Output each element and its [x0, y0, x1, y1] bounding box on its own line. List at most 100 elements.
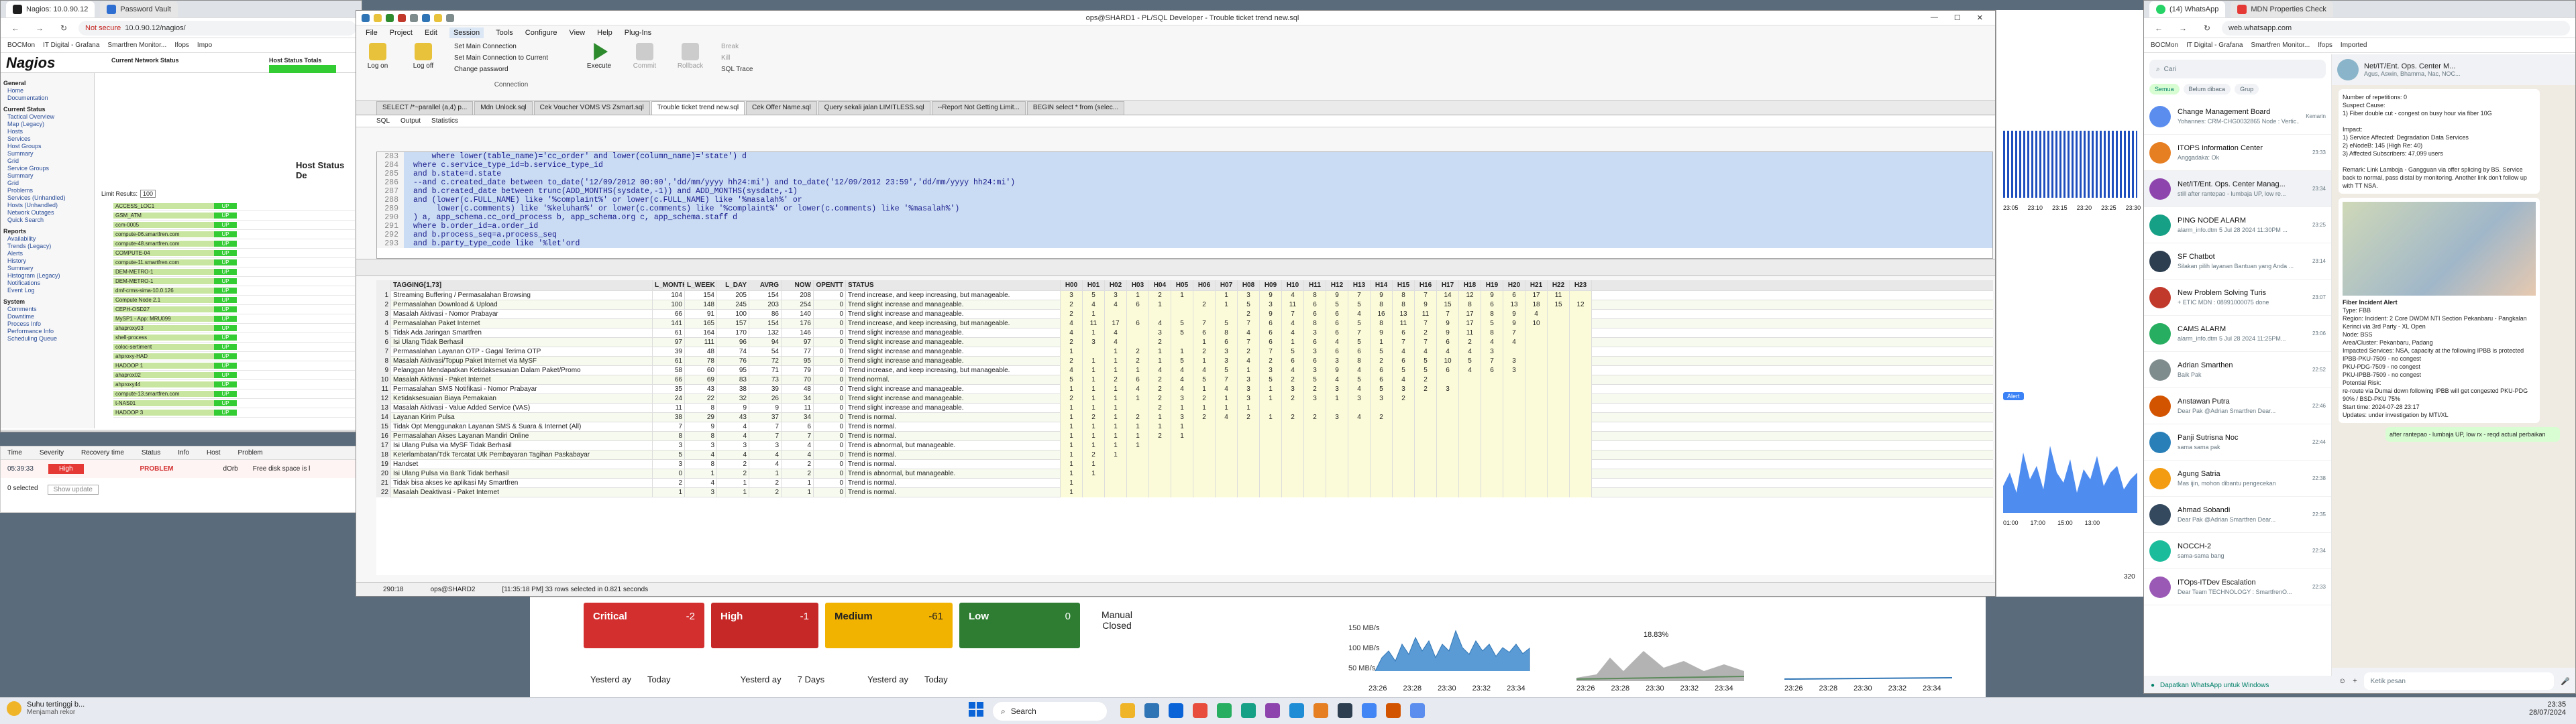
hour-cell[interactable]: 2: [1127, 412, 1149, 422]
nav-link[interactable]: Grid: [3, 158, 91, 165]
hour-cell[interactable]: 1: [1149, 422, 1171, 432]
hour-cell[interactable]: [1193, 487, 1216, 497]
grid-column-header[interactable]: H21: [1525, 280, 1548, 291]
hour-cell[interactable]: [1481, 459, 1503, 469]
hour-cell[interactable]: 2: [1061, 309, 1083, 319]
hour-cell[interactable]: [1503, 347, 1525, 357]
hour-cell[interactable]: [1393, 478, 1415, 488]
hour-cell[interactable]: 3: [1304, 347, 1326, 357]
grid-cell[interactable]: 8: [685, 431, 717, 441]
hour-cell[interactable]: 2: [1304, 384, 1326, 394]
hour-cell[interactable]: [1437, 431, 1459, 441]
nav-link[interactable]: Hosts: [3, 128, 91, 135]
hour-cell[interactable]: [1548, 487, 1570, 497]
hour-cell[interactable]: 2: [1193, 412, 1216, 422]
hour-cell[interactable]: [1348, 431, 1371, 441]
hour-cell[interactable]: [1193, 478, 1216, 488]
nav-link[interactable]: Trends (Legacy): [3, 243, 91, 250]
grid-cell[interactable]: Masalah Deaktivasi - Paket Internet: [391, 487, 653, 497]
hour-cell[interactable]: 6: [1127, 375, 1149, 385]
attach-icon[interactable]: +: [2353, 677, 2357, 685]
hour-cell[interactable]: [1348, 422, 1371, 432]
hour-cell[interactable]: 5: [1348, 300, 1371, 310]
hour-cell[interactable]: 5: [1481, 318, 1503, 328]
grid-cell[interactable]: 8: [685, 459, 717, 469]
hour-cell[interactable]: 9: [1503, 318, 1525, 328]
grid-cell[interactable]: Trend slight increase and manageable.: [846, 356, 1061, 366]
hour-cell[interactable]: 1: [1127, 431, 1149, 441]
grid-cell[interactable]: Streaming Buffering / Permasalahan Brows…: [391, 290, 653, 300]
hour-cell[interactable]: 2: [1149, 337, 1171, 347]
taskbar-app-icon[interactable]: [1217, 703, 1232, 718]
hour-cell[interactable]: [1282, 478, 1304, 488]
grid-cell[interactable]: Trend is normal.: [846, 422, 1061, 432]
grid-column-header[interactable]: H00: [1061, 280, 1083, 291]
hour-cell[interactable]: [1503, 394, 1525, 404]
hour-cell[interactable]: 17: [1459, 318, 1481, 328]
hour-cell[interactable]: [1149, 440, 1171, 450]
hour-cell[interactable]: 9: [1260, 309, 1282, 319]
hour-cell[interactable]: 1: [1105, 422, 1127, 432]
grid-column-header[interactable]: H16: [1415, 280, 1437, 291]
hour-cell[interactable]: 3: [1260, 365, 1282, 375]
close-icon[interactable]: ✕: [1977, 13, 1983, 22]
hour-cell[interactable]: 12: [1570, 300, 1592, 310]
hour-cell[interactable]: 4: [1282, 365, 1304, 375]
hour-cell[interactable]: [1525, 412, 1548, 422]
grid-cell[interactable]: 43: [685, 384, 717, 394]
hour-cell[interactable]: 1: [1083, 365, 1105, 375]
hour-cell[interactable]: [1171, 337, 1193, 347]
document-tab[interactable]: Cek Offer Name.sql: [746, 101, 817, 115]
hour-cell[interactable]: [1348, 450, 1371, 460]
hour-cell[interactable]: 2: [1193, 347, 1216, 357]
hour-cell[interactable]: 1: [1083, 459, 1105, 469]
chat-list-item[interactable]: Change Management Board Yohannes: CRM-CHG…: [2144, 99, 2331, 135]
hour-cell[interactable]: 1: [1061, 422, 1083, 432]
hour-cell[interactable]: [1503, 487, 1525, 497]
taskbar-app-icon[interactable]: [1144, 703, 1159, 718]
toolbar-tool-icon[interactable]: [398, 13, 406, 22]
hour-cell[interactable]: 10: [1437, 356, 1459, 366]
grid-column-header[interactable]: L_DAY: [717, 280, 749, 291]
grid-column-header[interactable]: H17: [1437, 280, 1459, 291]
hour-cell[interactable]: [1525, 431, 1548, 441]
hour-cell[interactable]: 2: [1238, 347, 1260, 357]
grid-cell[interactable]: Ketidaksesuaian Biaya Pemakaian: [391, 394, 653, 404]
hour-cell[interactable]: 5: [1348, 375, 1371, 385]
hour-cell[interactable]: 1: [1193, 403, 1216, 413]
hour-cell[interactable]: [1437, 459, 1459, 469]
hour-cell[interactable]: 1: [1282, 337, 1304, 347]
hour-cell[interactable]: 1: [1061, 403, 1083, 413]
low-card[interactable]: Low 0: [959, 603, 1080, 648]
hour-cell[interactable]: [1548, 394, 1570, 404]
hour-cell[interactable]: 8: [1481, 328, 1503, 338]
hour-cell[interactable]: 9: [1437, 328, 1459, 338]
hour-cell[interactable]: 3: [1216, 356, 1238, 366]
hour-cell[interactable]: [1282, 422, 1304, 432]
hour-cell[interactable]: 4: [1437, 347, 1459, 357]
hour-cell[interactable]: 2: [1393, 394, 1415, 404]
table-row[interactable]: 5 Tidak Ada Jaringan Smartfren 61 164 170 132…: [376, 328, 1993, 338]
hour-cell[interactable]: [1127, 478, 1149, 488]
service-row[interactable]: shell-process UP: [113, 333, 355, 343]
hour-cell[interactable]: 3: [1083, 337, 1105, 347]
service-row[interactable]: compute-06.smartfren.com UP: [113, 230, 355, 239]
grid-column-header[interactable]: H18: [1459, 280, 1481, 291]
nav-link[interactable]: Summary: [3, 150, 91, 158]
table-row[interactable]: 19 Handset 3 8 2 4 2 0 Trend is normal. 1 1: [376, 459, 1993, 469]
grid-cell[interactable]: 0: [814, 394, 846, 404]
hour-cell[interactable]: 5: [1371, 384, 1393, 394]
hour-cell[interactable]: [1127, 450, 1149, 460]
document-tab[interactable]: SELECT /*~parallel (a,4) p...: [376, 101, 474, 115]
hour-cell[interactable]: [1393, 487, 1415, 497]
hour-cell[interactable]: [1282, 450, 1304, 460]
grid-cell[interactable]: 22: [685, 394, 717, 404]
message-input[interactable]: Ketik pesan: [2363, 672, 2555, 690]
grid-cell[interactable]: 254: [782, 300, 814, 310]
grid-cell[interactable]: 11: [782, 403, 814, 413]
hour-cell[interactable]: 8: [1304, 290, 1326, 300]
hour-cell[interactable]: 4: [1459, 365, 1481, 375]
hour-cell[interactable]: 4: [1238, 356, 1260, 366]
grid-cell[interactable]: 86: [749, 309, 782, 319]
grid-cell[interactable]: Isi Ulang Pulsa via MySF Tidak Berhasil: [391, 440, 653, 450]
